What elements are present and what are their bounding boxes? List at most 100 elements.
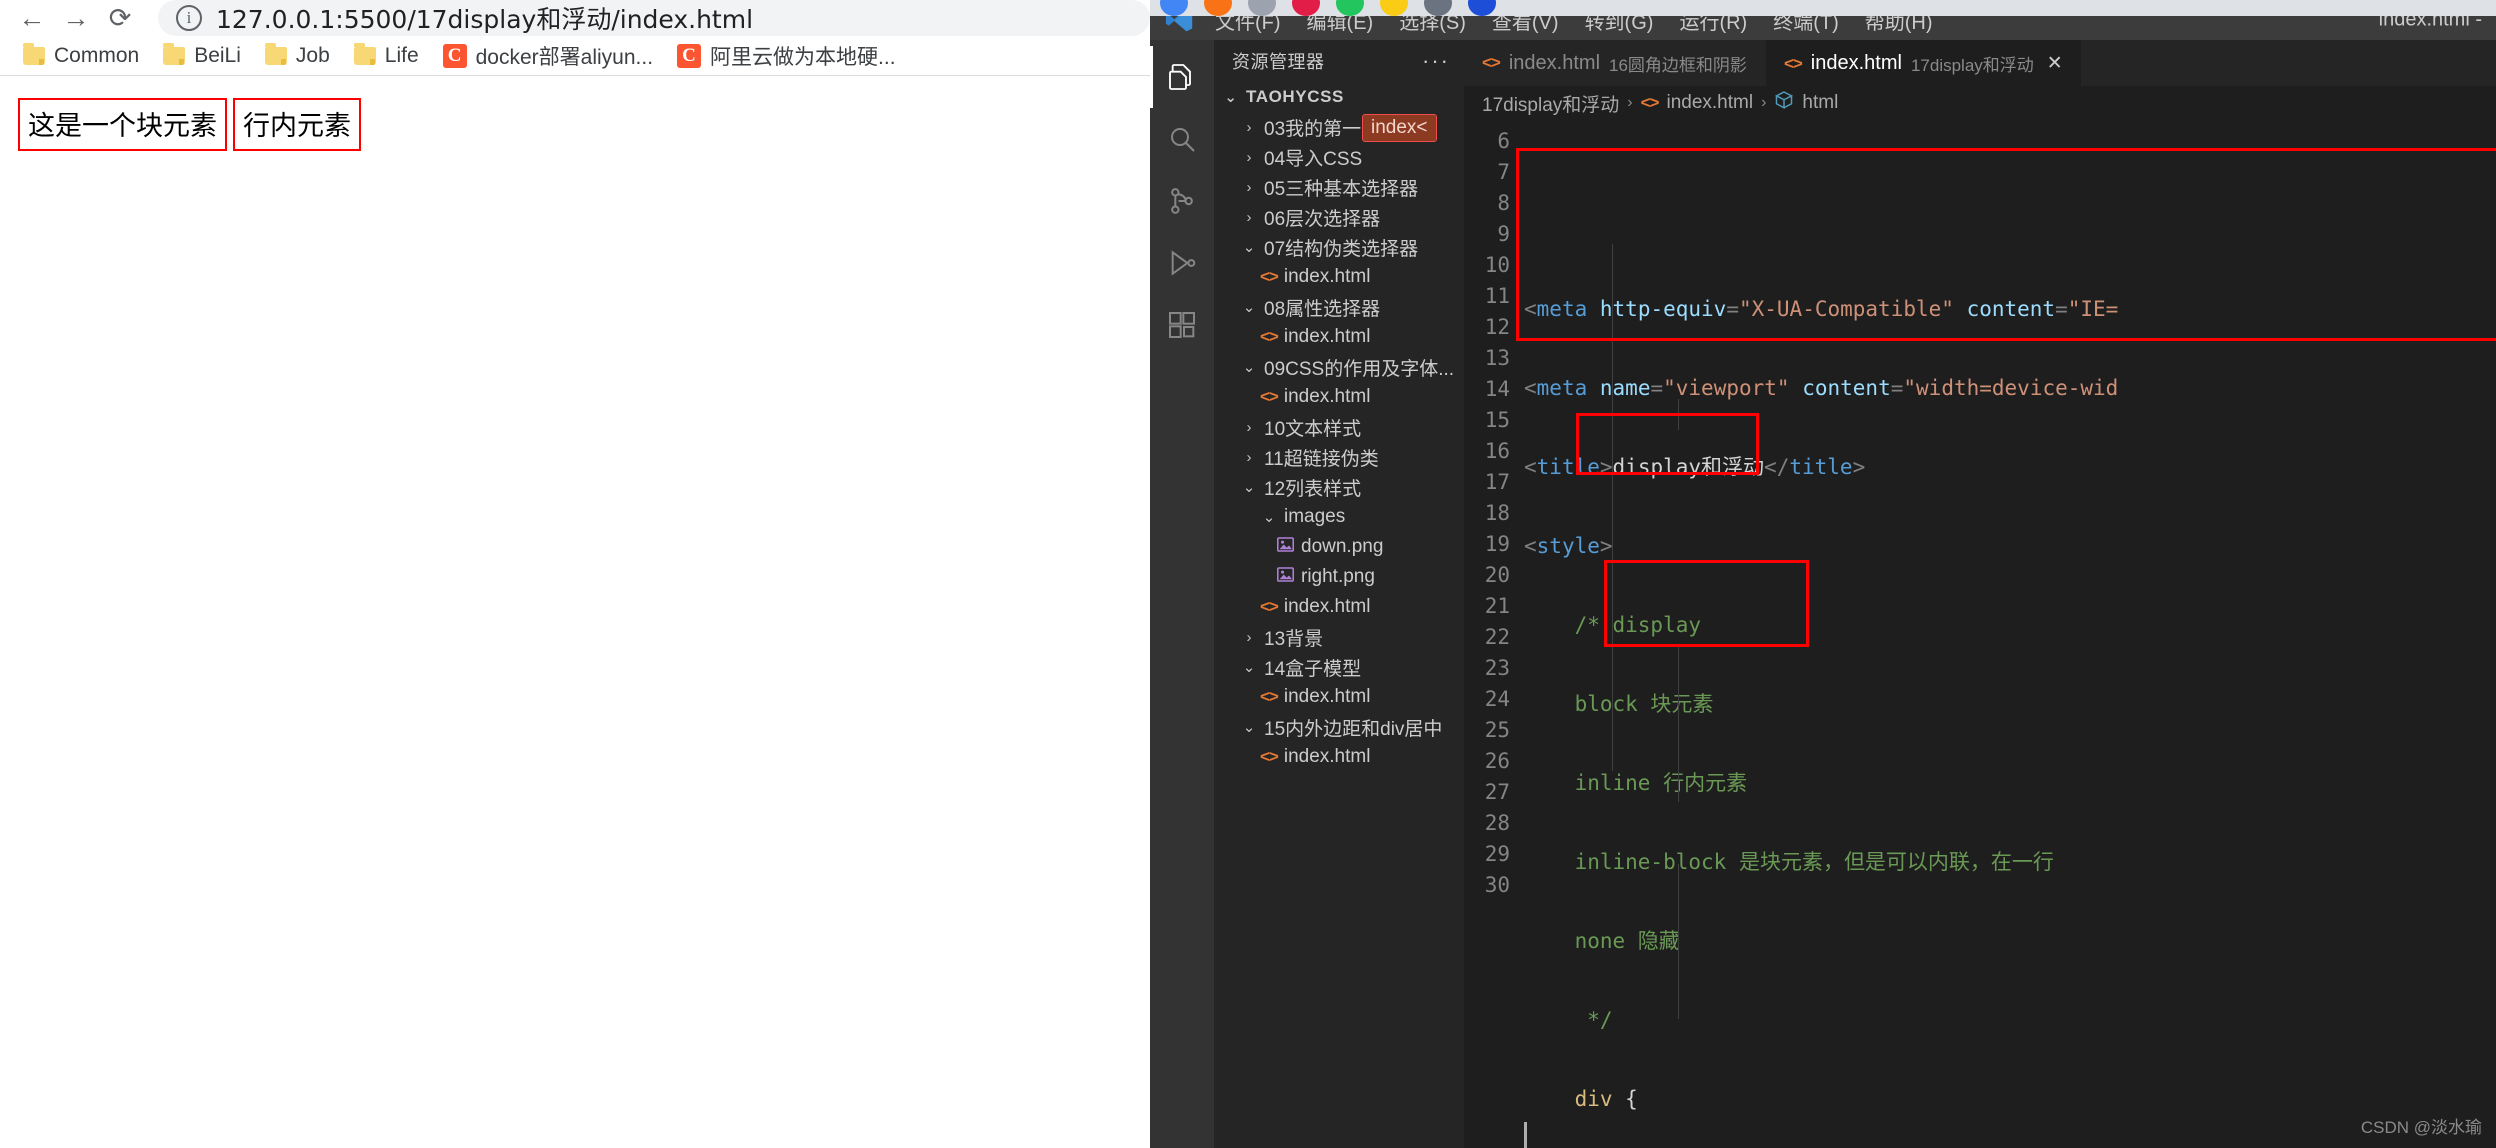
tab-index-html-16[interactable]: <> index.html 16圆角边框和阴影: [1464, 40, 1766, 86]
block-element-box: 这是一个块元素: [18, 98, 227, 151]
tree-item-08[interactable]: ⌄ 08属性选择器: [1214, 292, 1464, 322]
chevron-right-icon: ›: [1246, 628, 1252, 646]
tree-item-13[interactable]: › 13背景: [1214, 622, 1464, 652]
code-line: block 块元素: [1574, 692, 1714, 716]
image-file-icon: [1276, 565, 1295, 590]
tree-item-index-html[interactable]: <> index.html: [1214, 742, 1464, 772]
bookmark-common[interactable]: Common: [14, 40, 148, 72]
back-button[interactable]: ←: [10, 0, 54, 36]
html-file-icon: <>: [1640, 93, 1660, 112]
tree-item-10[interactable]: › 10文本样式: [1214, 412, 1464, 442]
tree-item-label: 15内外边距和div居中: [1264, 718, 1443, 740]
line-number: 10: [1484, 253, 1510, 277]
line-number: 26: [1484, 749, 1510, 773]
tree-item-12[interactable]: ⌄ 12列表样式: [1214, 472, 1464, 502]
line-number: 13: [1484, 346, 1510, 370]
html-file-icon: <>: [1482, 53, 1501, 72]
tree-item-label: 04导入CSS: [1264, 148, 1363, 170]
tree-item-04[interactable]: › 04导入CSS: [1214, 142, 1464, 172]
tree-item-03[interactable]: › 03我的第一个C index<: [1214, 112, 1464, 142]
tree-item-index-html[interactable]: <> index.html: [1214, 592, 1464, 622]
tree-item-label: 06层次选择器: [1264, 208, 1381, 230]
folder-icon: [264, 42, 287, 65]
tree-item-label: index.html: [1283, 266, 1371, 287]
bookmark-label: Life: [384, 43, 419, 67]
explorer-icon[interactable]: [1150, 46, 1214, 108]
line-number: 24: [1484, 687, 1510, 711]
chevron-down-icon: ⌄: [1262, 509, 1276, 526]
tree-item-index-html[interactable]: <> index.html: [1214, 382, 1464, 412]
code-line: /* display: [1574, 613, 1702, 637]
tree-item-label: index.html: [1283, 686, 1371, 707]
tree-item-label: index.html: [1283, 746, 1371, 767]
breadcrumb-folder[interactable]: 17display和浮动: [1482, 90, 1619, 117]
search-icon[interactable]: [1150, 108, 1214, 170]
site-info-icon[interactable]: i: [176, 5, 202, 31]
close-icon[interactable]: ✕: [2047, 52, 2063, 75]
tree-item-label: index.html: [1283, 326, 1371, 347]
line-number-gutter: 6 7 8 9 10 11 12 13 14 15 16 17 18 19 20…: [1464, 120, 1524, 1148]
chevron-right-icon: ›: [1246, 148, 1252, 166]
more-actions-icon[interactable]: ···: [1422, 48, 1450, 74]
forward-button[interactable]: →: [54, 0, 98, 36]
chevron-right-icon: ›: [1246, 208, 1252, 226]
code-line: <title>display和浮动</title>: [1524, 455, 1866, 479]
tree-item-index-html[interactable]: <> index.html: [1214, 262, 1464, 292]
bookmark-aliyun-disk[interactable]: C 阿里云做为本地硬...: [668, 37, 905, 75]
bookmark-life[interactable]: Life: [345, 40, 428, 72]
tree-item-05[interactable]: › 05三种基本选择器: [1214, 172, 1464, 202]
tab-favicon[interactable]: [1248, 0, 1276, 16]
code-text[interactable]: <meta http-equiv="X-UA-Compatible" conte…: [1524, 120, 2496, 1148]
tab-favicon[interactable]: [1468, 0, 1496, 16]
explorer-header: 资源管理器 ···: [1214, 40, 1464, 82]
tree-item-06[interactable]: › 06层次选择器: [1214, 202, 1464, 232]
extensions-icon[interactable]: [1150, 294, 1214, 356]
tree-item-right-png[interactable]: right.png: [1214, 562, 1464, 592]
folder-icon: [163, 42, 186, 65]
tab-favicon[interactable]: [1160, 0, 1188, 16]
bookmark-docker-aliyun[interactable]: C docker部署aliyun...: [434, 37, 662, 75]
tree-item-07[interactable]: ⌄ 07结构伪类选择器: [1214, 232, 1464, 262]
address-bar[interactable]: i 127.0.0.1:5500/17display和浮动/index.html: [158, 0, 1150, 36]
breadcrumb-file[interactable]: index.html: [1666, 92, 1753, 114]
explorer-title: 资源管理器: [1232, 52, 1325, 72]
tree-item-15[interactable]: ⌄ 15内外边距和div居中: [1214, 712, 1464, 742]
line-number: 9: [1497, 222, 1510, 246]
source-control-icon[interactable]: [1150, 170, 1214, 232]
inline-element-box: 行内元素: [233, 98, 361, 151]
reload-button[interactable]: ⟳: [98, 0, 142, 36]
tree-item-down-png[interactable]: down.png: [1214, 532, 1464, 562]
tree-item-14[interactable]: ⌄ 14盒子模型: [1214, 652, 1464, 682]
code-line: inline-block 是块元素，但是可以内联，在一行: [1574, 850, 2054, 874]
tab-favicon[interactable]: [1336, 0, 1364, 16]
tab-favicon[interactable]: [1424, 0, 1452, 16]
chevron-down-icon: ⌄: [1224, 89, 1238, 106]
tab-favicon[interactable]: [1380, 0, 1408, 16]
bookmark-beili[interactable]: BeiLi: [154, 40, 250, 72]
tree-item-label: images: [1284, 506, 1346, 527]
tree-item-09[interactable]: ⌄ 09CSS的作用及字体...: [1214, 352, 1464, 382]
tab-directory: 17display和浮动: [1910, 56, 2034, 75]
chevron-down-icon: ⌄: [1242, 659, 1256, 676]
line-number: 18: [1484, 501, 1510, 525]
bookmark-job[interactable]: Job: [256, 40, 339, 72]
tab-favicon[interactable]: [1204, 0, 1232, 16]
tree-item-index-html[interactable]: <> index.html: [1214, 322, 1464, 352]
line-number: 16: [1484, 439, 1510, 463]
tree-item-11[interactable]: › 11超链接伪类: [1214, 442, 1464, 472]
tree-item-index-html[interactable]: <> index.html: [1214, 682, 1464, 712]
tree-item-label: 14盒子模型: [1264, 658, 1362, 680]
line-number: 6: [1497, 129, 1510, 153]
code-editor[interactable]: 6 7 8 9 10 11 12 13 14 15 16 17 18 19 20…: [1464, 120, 2496, 1148]
folder-icon: [23, 42, 45, 65]
web-page-content: 这是一个块元素 行内元素: [0, 76, 1150, 173]
breadcrumb-symbol[interactable]: html: [1802, 92, 1838, 114]
code-line: <meta http-equiv="X-UA-Compatible" conte…: [1524, 297, 2119, 321]
run-debug-icon[interactable]: [1150, 232, 1214, 294]
tree-root-taohycss[interactable]: ⌄ TAOHYCSS: [1214, 82, 1464, 112]
tab-index-html-17[interactable]: <> index.html 17display和浮动 ✕: [1765, 40, 2082, 86]
tree-item-images[interactable]: ⌄ images: [1214, 502, 1464, 532]
line-number: 14: [1484, 377, 1510, 401]
editor-tab-bar: <> index.html 16圆角边框和阴影 <> index.html 17…: [1464, 40, 2496, 86]
tab-favicon[interactable]: [1292, 0, 1320, 16]
